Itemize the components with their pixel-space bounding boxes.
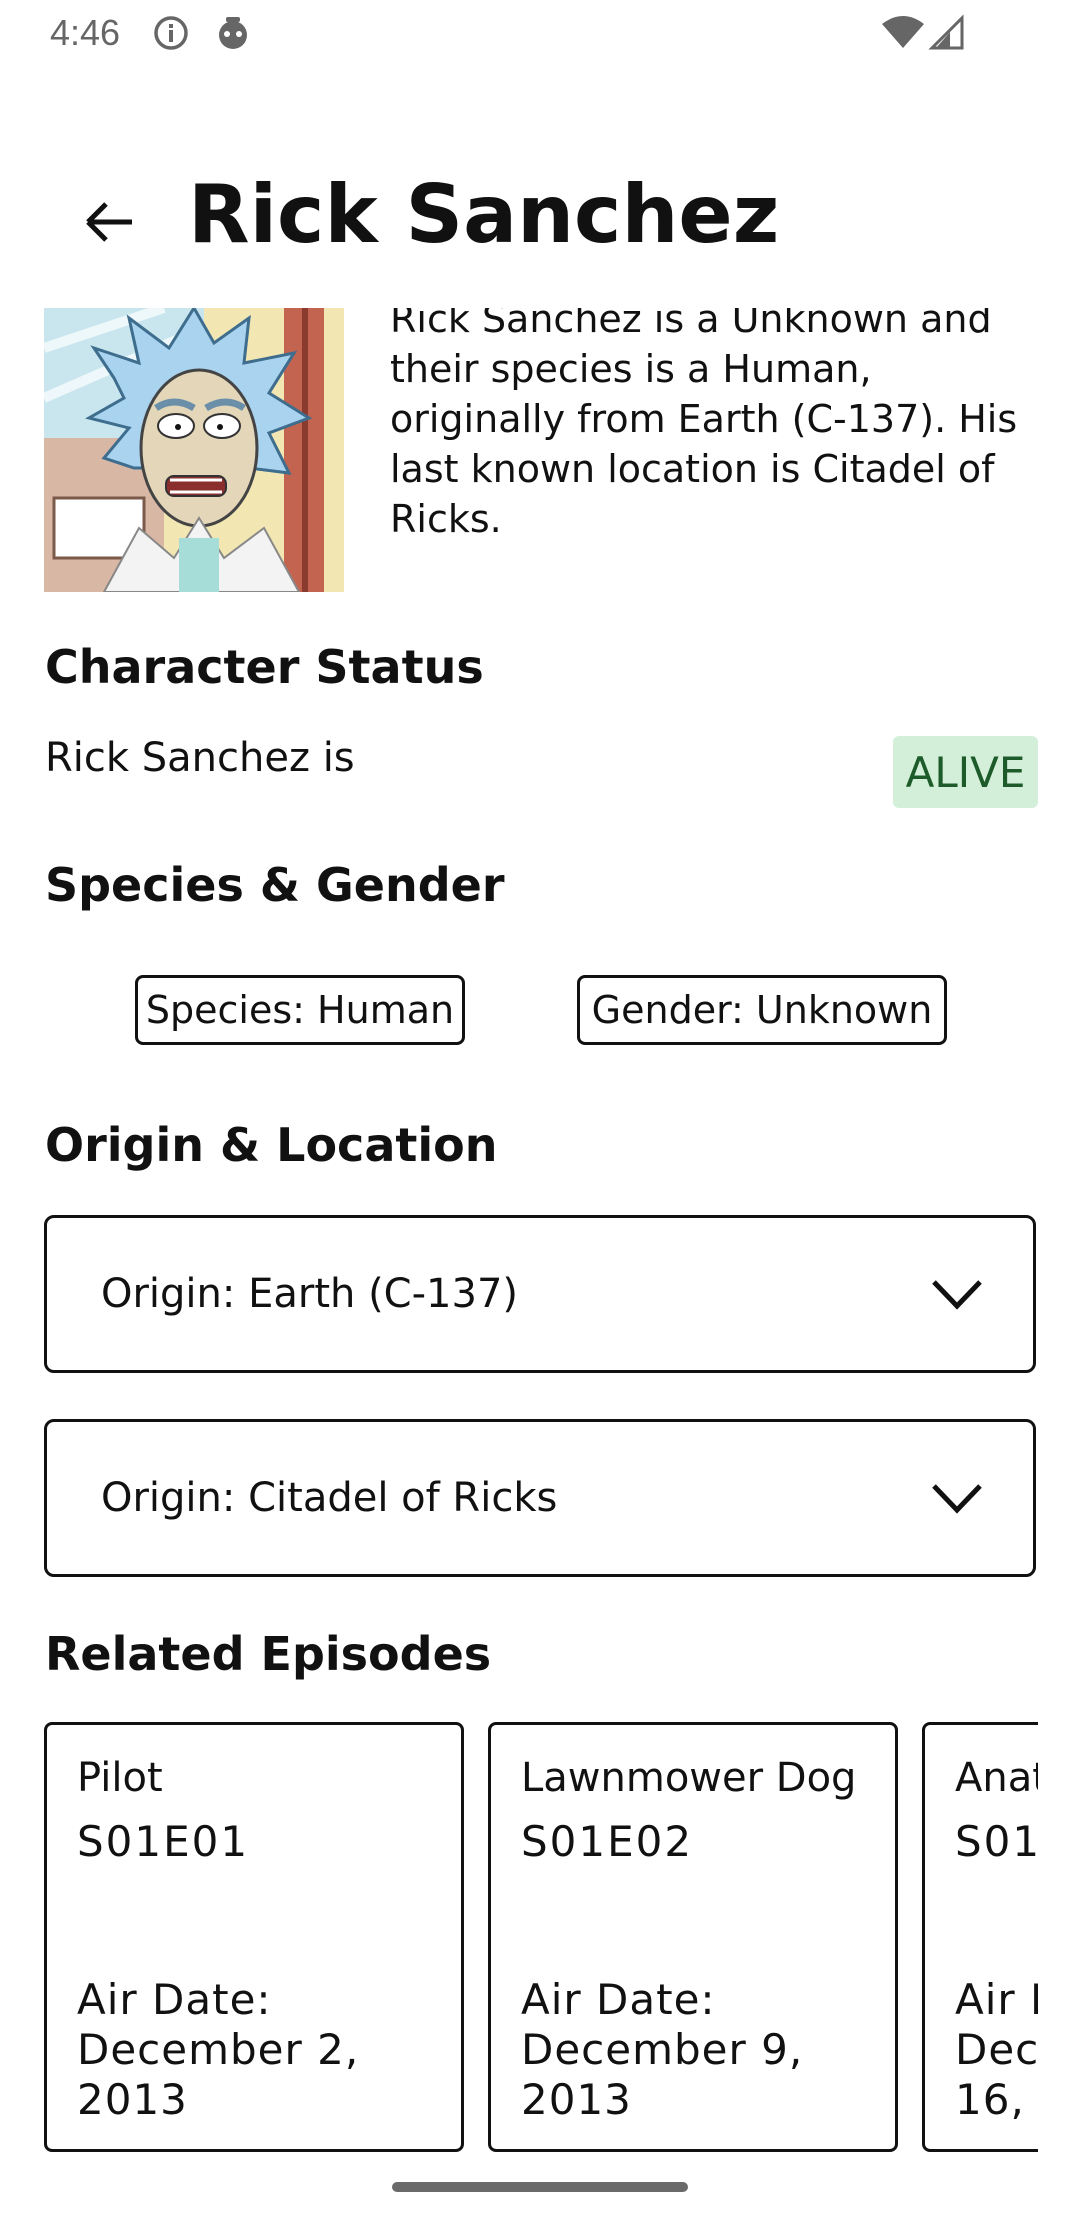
episode-card[interactable]: Lawnmower Dog S01E02 Air Date: December …	[488, 1722, 898, 2152]
location-dropdown-label: Origin: Citadel of Ricks	[101, 1475, 558, 1521]
episode-code: S01E02	[521, 1817, 694, 1866]
episode-name: Anatomy Park	[955, 1755, 1038, 1801]
info-icon	[154, 16, 188, 50]
origin-location-heading: Origin & Location	[45, 1118, 498, 1172]
character-summary: Rick Sanchez is a Unknown and their spec…	[0, 308, 1080, 598]
air-date-label: Air Date:	[77, 1975, 272, 2024]
episode-code: S01E01	[77, 1817, 250, 1866]
chevron-down-icon	[932, 1280, 982, 1310]
location-dropdown[interactable]: Origin: Citadel of Ricks	[44, 1419, 1036, 1577]
air-date-label: Air Date:	[955, 1975, 1038, 2024]
episode-air-date: Air Date: December 9, 2013	[521, 1975, 921, 2125]
episode-card[interactable]: Anatomy Park S01E03 Air Date: December 1…	[922, 1722, 1038, 2152]
air-date-label: Air Date:	[521, 1975, 716, 2024]
episode-name: Lawnmower Dog	[521, 1755, 857, 1801]
related-episodes-heading: Related Episodes	[45, 1627, 492, 1681]
origin-dropdown-label: Origin: Earth (C-137)	[101, 1271, 518, 1317]
air-date-value: December 2, 2013	[77, 2025, 360, 2124]
episode-card[interactable]: Pilot S01E01 Air Date: December 2, 2013	[44, 1722, 464, 2152]
episode-name: Pilot	[77, 1755, 163, 1801]
character-description: Rick Sanchez is a Unknown and their spec…	[390, 308, 1018, 541]
home-indicator[interactable]	[392, 2182, 688, 2192]
episode-air-date: Air Date: December 2, 2013	[77, 1975, 477, 2125]
episode-air-date: Air Date: December 16, 2013	[955, 1975, 1038, 2125]
wifi-icon	[882, 16, 924, 48]
page-title: Rick Sanchez	[188, 168, 780, 261]
air-date-value: December 16, 2013	[955, 2025, 1038, 2124]
episodes-carousel[interactable]: Pilot S01E01 Air Date: December 2, 2013 …	[44, 1722, 1038, 2156]
status-badge: ALIVE	[893, 736, 1038, 808]
air-date-value: December 9, 2013	[521, 2025, 804, 2124]
arrow-left-icon	[86, 202, 132, 242]
species-chip[interactable]: Species: Human	[135, 975, 465, 1045]
chevron-down-icon	[932, 1484, 982, 1514]
origin-dropdown[interactable]: Origin: Earth (C-137)	[44, 1215, 1036, 1373]
episode-code: S01E03	[955, 1817, 1038, 1866]
status-text: Rick Sanchez is	[45, 735, 355, 781]
status-bar: 4:46	[0, 0, 1080, 66]
character-portrait	[44, 308, 344, 592]
back-button[interactable]	[78, 190, 142, 254]
cellular-signal-icon	[928, 14, 964, 50]
status-time: 4:46	[50, 12, 121, 53]
gender-chip[interactable]: Gender: Unknown	[577, 975, 947, 1045]
species-gender-heading: Species & Gender	[45, 858, 505, 912]
character-status-heading: Character Status	[45, 640, 484, 694]
debug-icon	[219, 17, 247, 49]
